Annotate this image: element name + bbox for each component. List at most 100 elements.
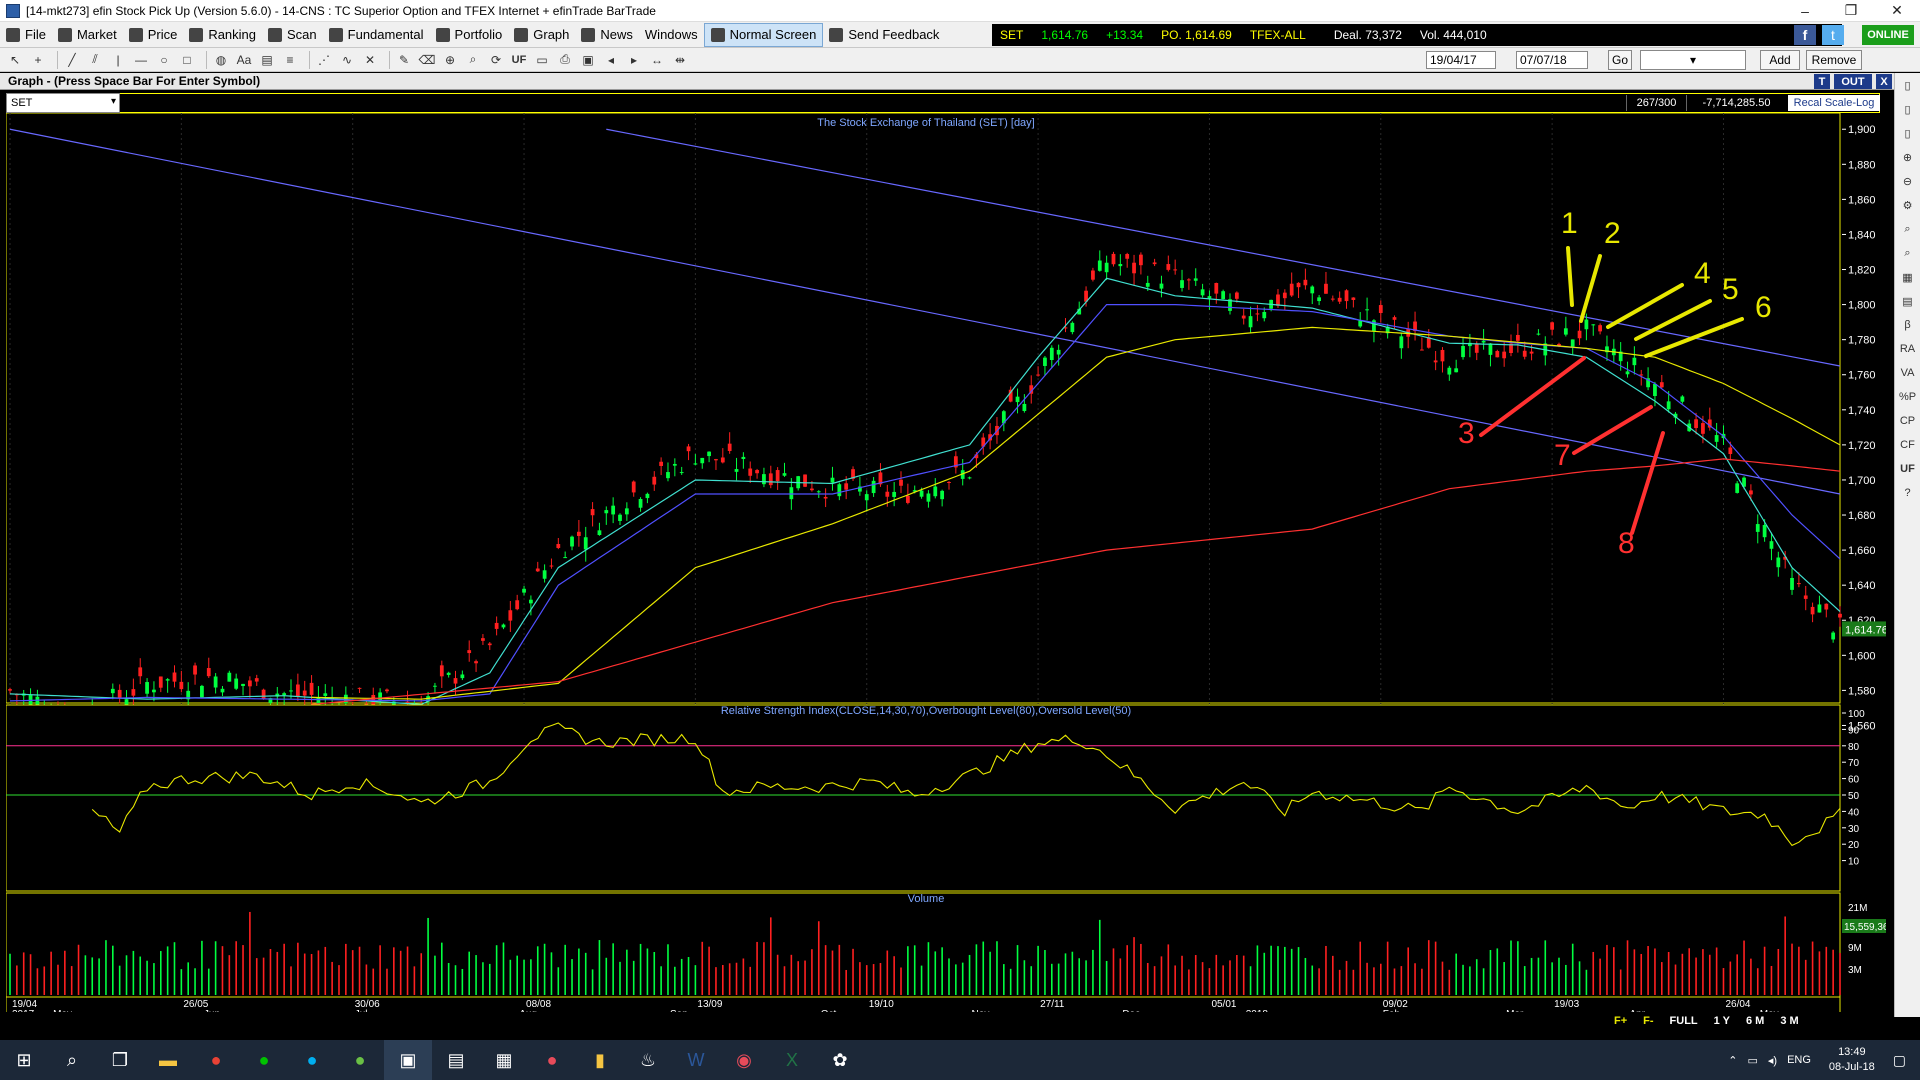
f-plus-button[interactable]: F+ bbox=[1614, 1015, 1627, 1027]
file-explorer-icon[interactable]: ▬ bbox=[144, 1040, 192, 1080]
tool-ra[interactable]: RA bbox=[1895, 337, 1920, 361]
menu-file[interactable]: File bbox=[0, 23, 52, 47]
steam-icon[interactable]: ♨ bbox=[624, 1040, 672, 1080]
fibonacci-icon[interactable]: ◍ bbox=[212, 51, 230, 69]
camera-icon[interactable]: ◉ bbox=[720, 1040, 768, 1080]
menu-graph[interactable]: Graph bbox=[508, 23, 575, 47]
skype-icon[interactable]: ● bbox=[288, 1040, 336, 1080]
expand-icon[interactable]: ↔ bbox=[648, 51, 666, 69]
pattern-icon[interactable]: ▤ bbox=[258, 51, 276, 69]
notifications-icon[interactable]: ▢ bbox=[1893, 1052, 1906, 1069]
search-icon[interactable]: ⌕ bbox=[1895, 241, 1920, 265]
chart-area[interactable]: The Stock Exchange of Thailand (SET) [da… bbox=[6, 113, 1886, 1017]
close-button[interactable]: ✕ bbox=[1874, 0, 1920, 22]
range-6m[interactable]: 6 M bbox=[1746, 1015, 1764, 1027]
menu-news[interactable]: News bbox=[575, 23, 639, 47]
panel-icon[interactable]: ▯ bbox=[1895, 121, 1920, 145]
recal-scale-log-button[interactable]: Recal Scale-Log bbox=[1788, 95, 1880, 111]
task-view-icon[interactable]: ❐ bbox=[96, 1040, 144, 1080]
menu-windows[interactable]: Windows bbox=[639, 23, 704, 47]
refresh-icon[interactable]: ⟳ bbox=[487, 51, 505, 69]
date-from-input[interactable]: 19/04/17 bbox=[1426, 51, 1496, 69]
range-1y[interactable]: 1 Y bbox=[1714, 1015, 1730, 1027]
zoom-in-icon[interactable]: ⊕ bbox=[1895, 145, 1920, 169]
remove-button[interactable]: Remove bbox=[1806, 50, 1862, 70]
symbol-select[interactable]: SET bbox=[6, 93, 120, 113]
menu-send-feedback[interactable]: Send Feedback bbox=[823, 23, 945, 47]
search-icon[interactable]: ⌕ bbox=[1895, 217, 1920, 241]
minimize-button[interactable]: – bbox=[1782, 0, 1828, 22]
tool-cf[interactable]: CF bbox=[1895, 433, 1920, 457]
gann-icon[interactable]: ⋰ bbox=[315, 51, 333, 69]
panel-icon[interactable]: ▯ bbox=[1895, 97, 1920, 121]
clock[interactable]: 13:49 08-Jul-18 bbox=[1829, 1045, 1875, 1075]
app-icon[interactable]: ● bbox=[528, 1040, 576, 1080]
go-button[interactable]: Go bbox=[1608, 50, 1632, 70]
facebook-icon[interactable]: f bbox=[1794, 25, 1816, 45]
search-icon[interactable]: ⌕ bbox=[464, 51, 482, 69]
print-icon[interactable]: ⎙ bbox=[556, 51, 574, 69]
app-icon[interactable]: ✿ bbox=[816, 1040, 864, 1080]
indicator-select[interactable]: ▾ bbox=[1640, 50, 1746, 70]
volume-icon[interactable]: ◂) bbox=[1768, 1054, 1777, 1067]
rectangle-icon[interactable]: □ bbox=[178, 51, 196, 69]
calculator-icon[interactable]: ▦ bbox=[480, 1040, 528, 1080]
torrent-icon[interactable]: ● bbox=[336, 1040, 384, 1080]
range-full[interactable]: FULL bbox=[1670, 1015, 1698, 1027]
date-to-input[interactable]: 07/07/18 bbox=[1516, 51, 1588, 69]
word-icon[interactable]: W bbox=[672, 1040, 720, 1080]
range-3m[interactable]: 3 M bbox=[1780, 1015, 1798, 1027]
efin-app-icon[interactable]: ▣ bbox=[384, 1040, 432, 1080]
pointer-icon[interactable]: ↖ bbox=[6, 51, 24, 69]
menu-market[interactable]: Market bbox=[52, 23, 123, 47]
circle-icon[interactable]: ○ bbox=[155, 51, 173, 69]
out-button[interactable]: OUT bbox=[1834, 74, 1872, 89]
menu-ranking[interactable]: Ranking bbox=[183, 23, 262, 47]
chrome-icon[interactable]: ● bbox=[192, 1040, 240, 1080]
parallel-line-icon[interactable]: ⫽ bbox=[86, 51, 104, 69]
line-icon[interactable]: ● bbox=[240, 1040, 288, 1080]
left-arrow-icon[interactable]: ◂ bbox=[602, 51, 620, 69]
twitter-icon[interactable]: t bbox=[1822, 25, 1844, 45]
delete-drawing-icon[interactable]: ✕ bbox=[361, 51, 379, 69]
menu-fundamental[interactable]: Fundamental bbox=[323, 23, 430, 47]
windows-start-icon[interactable]: ⊞ bbox=[0, 1040, 48, 1080]
pencil-icon[interactable]: ✎ bbox=[395, 51, 413, 69]
maximize-button[interactable]: ❐ bbox=[1828, 0, 1874, 22]
panel-icon[interactable]: ▯ bbox=[1895, 73, 1920, 97]
horizontal-line-icon[interactable]: — bbox=[132, 51, 150, 69]
settings-icon[interactable]: ⚙ bbox=[1895, 193, 1920, 217]
excel-icon[interactable]: X bbox=[768, 1040, 816, 1080]
image-icon[interactable]: ▣ bbox=[579, 51, 597, 69]
menu-scan[interactable]: Scan bbox=[262, 23, 323, 47]
language-indicator[interactable]: ENG bbox=[1787, 1054, 1811, 1066]
tool-percent-p[interactable]: %P bbox=[1895, 385, 1920, 409]
menu-normal-screen[interactable]: Normal Screen bbox=[703, 22, 824, 47]
t-button[interactable]: T bbox=[1814, 74, 1830, 89]
f-minus-button[interactable]: F- bbox=[1643, 1015, 1653, 1027]
uf-button[interactable]: UF bbox=[510, 51, 528, 69]
save-icon[interactable]: ▭ bbox=[533, 51, 551, 69]
menu-portfolio[interactable]: Portfolio bbox=[430, 23, 509, 47]
app-icon[interactable]: ▤ bbox=[432, 1040, 480, 1080]
add-button[interactable]: Add bbox=[1760, 50, 1800, 70]
zoom-icon[interactable]: ⊕ bbox=[441, 51, 459, 69]
line-width-icon[interactable]: ≡ bbox=[281, 51, 299, 69]
close-graph-button[interactable]: X bbox=[1876, 74, 1892, 89]
vertical-line-icon[interactable]: | bbox=[109, 51, 127, 69]
crosshair-icon[interactable]: + bbox=[29, 51, 47, 69]
search-icon[interactable]: ⌕ bbox=[48, 1040, 96, 1080]
table-icon[interactable]: ▦ bbox=[1895, 265, 1920, 289]
tool-beta[interactable]: β bbox=[1895, 313, 1920, 337]
tool-va[interactable]: VA bbox=[1895, 361, 1920, 385]
network-icon[interactable]: ▭ bbox=[1747, 1054, 1757, 1067]
wave-icon[interactable]: ∿ bbox=[338, 51, 356, 69]
eraser-icon[interactable]: ⌫ bbox=[418, 51, 436, 69]
player-icon[interactable]: ▮ bbox=[576, 1040, 624, 1080]
help-icon[interactable]: ? bbox=[1895, 481, 1920, 505]
right-arrow-icon[interactable]: ▸ bbox=[625, 51, 643, 69]
text-icon[interactable]: Aa bbox=[235, 51, 253, 69]
tray-chevron-icon[interactable]: ⌃ bbox=[1728, 1054, 1737, 1067]
compress-icon[interactable]: ⇹ bbox=[671, 51, 689, 69]
tool-cp[interactable]: CP bbox=[1895, 409, 1920, 433]
